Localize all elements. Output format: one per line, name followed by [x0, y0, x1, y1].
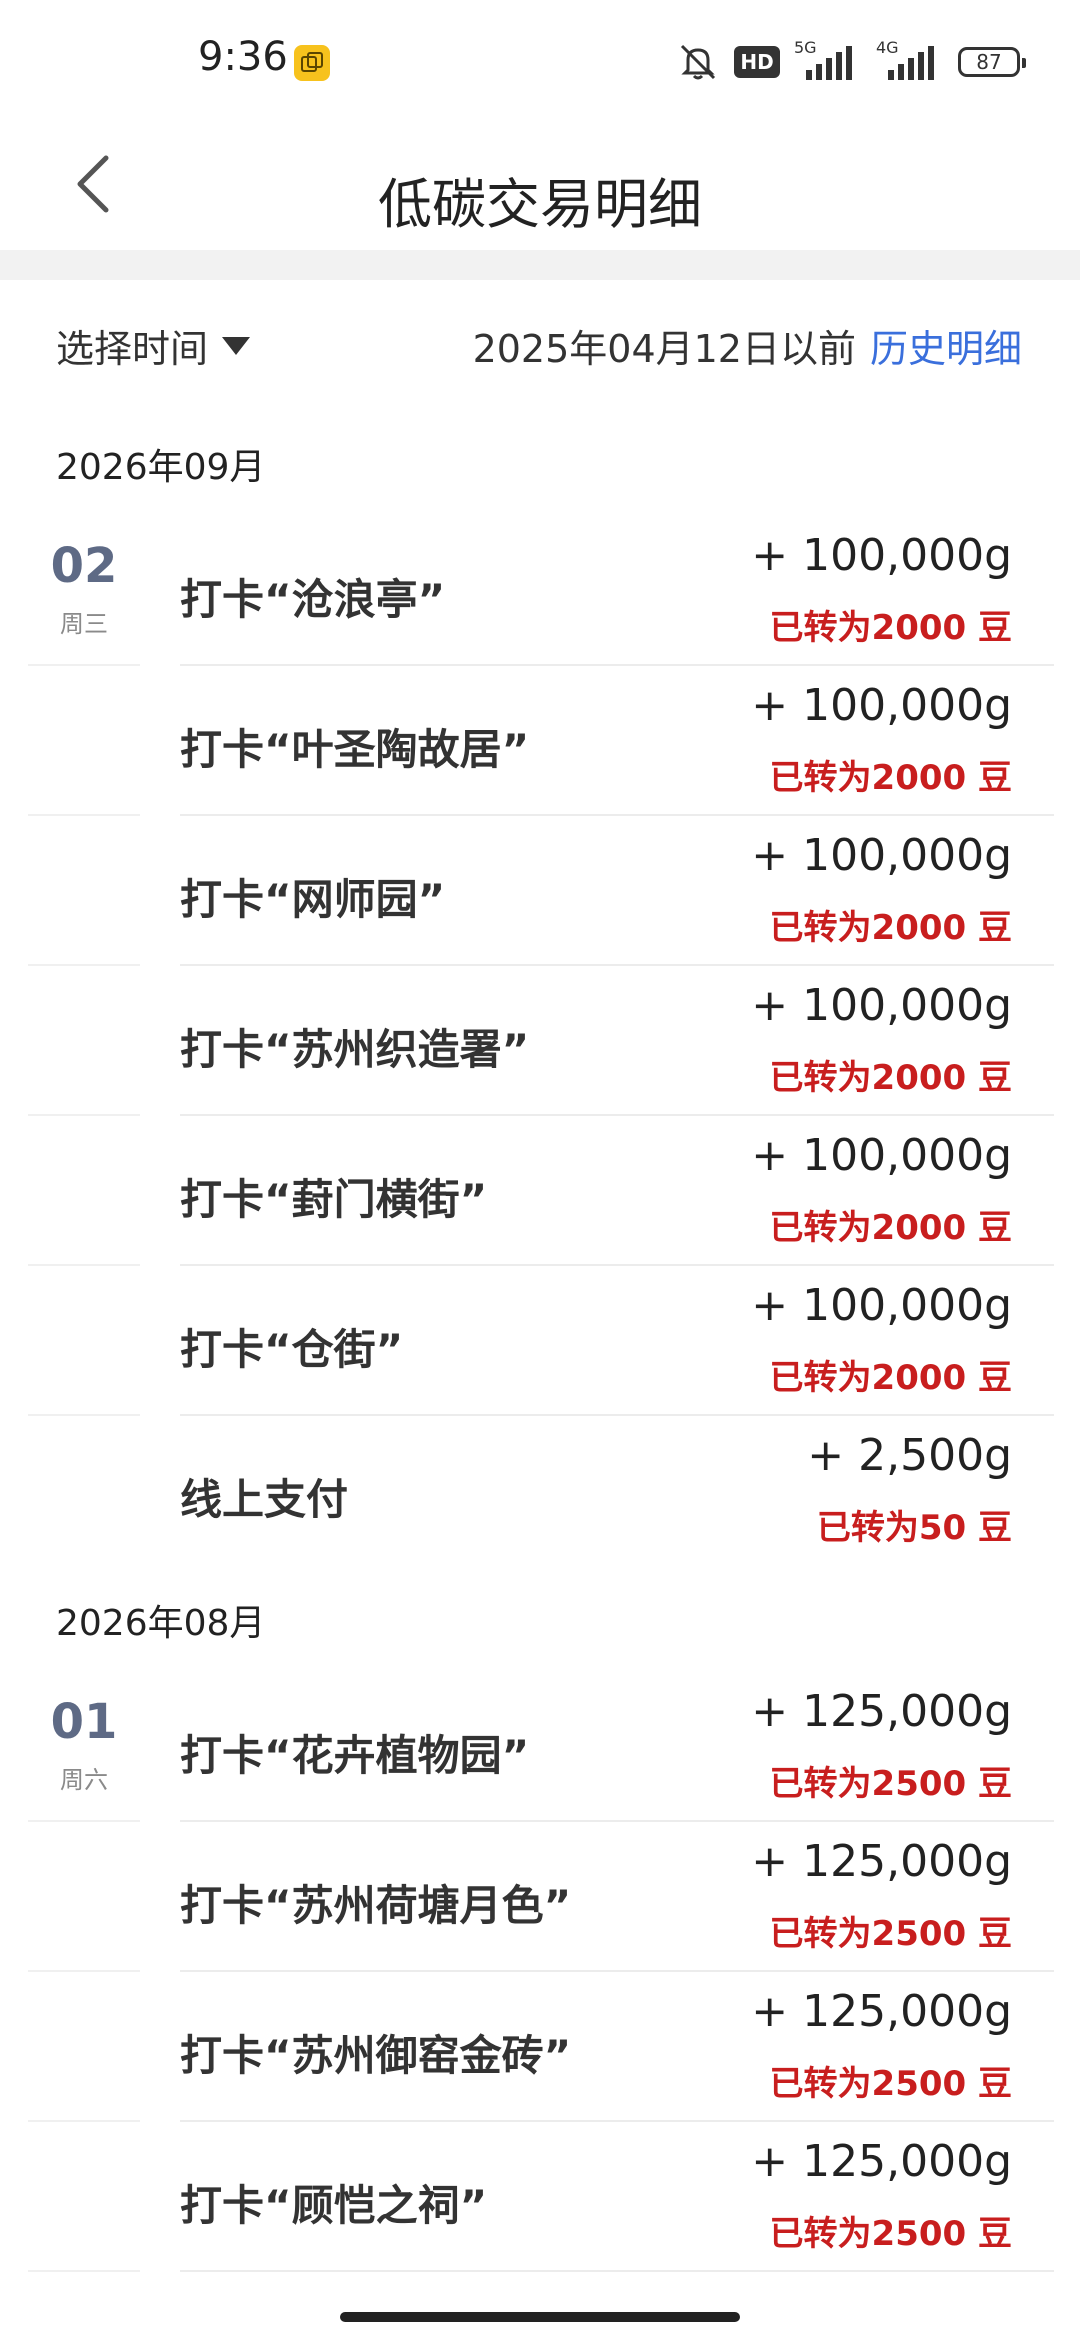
- converted-beans: 已转为2000 豆: [769, 1358, 1012, 1398]
- weekday-label: 周三: [60, 610, 108, 638]
- time-select-label: 选择时间: [56, 327, 209, 371]
- converted-beans: 已转为50 豆: [816, 1508, 1012, 1548]
- converted-beans: 已转为2500 豆: [769, 2064, 1012, 2104]
- transaction-row[interactable]: 02 周三 打卡“沧浪亭” + 100,000g 已转为2000 豆: [0, 516, 1080, 666]
- day-number: 02: [50, 538, 118, 594]
- transaction-title: 打卡“网师园”: [180, 875, 446, 924]
- transaction-amount: + 100,000g: [751, 680, 1012, 731]
- signal-5g-icon: 5G: [794, 38, 862, 82]
- section-divider: [0, 250, 1080, 280]
- transaction-title: 打卡“花卉植物园”: [180, 1731, 530, 1780]
- converted-beans: 已转为2500 豆: [769, 2214, 1012, 2254]
- transaction-title: 打卡“苏州御窑金砖”: [180, 2031, 572, 2080]
- transaction-amount: + 100,000g: [751, 1280, 1012, 1331]
- month-header: 2026年08月: [56, 1603, 266, 1644]
- filter-bar: 选择时间 2025年04月12日以前 历史明细: [0, 280, 1080, 410]
- transaction-row[interactable]: 线上支付 + 2,500g 已转为50 豆: [0, 1416, 1080, 1566]
- transaction-amount: + 100,000g: [751, 1130, 1012, 1181]
- history-detail-link[interactable]: 历史明细: [870, 318, 1022, 373]
- date-column-divider: [28, 2270, 140, 2272]
- transaction-row[interactable]: 01 周六 打卡“花卉植物园” + 125,000g 已转为2500 豆: [0, 1672, 1080, 1822]
- transaction-amount: + 100,000g: [751, 980, 1012, 1031]
- status-bar: 9:36 HD 5G 4G 87: [0, 0, 1080, 120]
- converted-beans: 已转为2000 豆: [769, 608, 1012, 648]
- transaction-title: 线上支付: [180, 1475, 349, 1524]
- transaction-amount: + 125,000g: [751, 1836, 1012, 1887]
- mute-bell-icon: [680, 44, 716, 80]
- transaction-amount: + 2,500g: [807, 1430, 1012, 1481]
- battery-level: 87: [976, 50, 1002, 74]
- converted-beans: 已转为2000 豆: [769, 1058, 1012, 1098]
- signal-4g-icon: 4G: [876, 38, 944, 82]
- filter-date-text: 2025年04月12日以前: [472, 327, 856, 371]
- home-indicator[interactable]: [340, 2312, 740, 2322]
- transaction-amount: + 125,000g: [751, 1686, 1012, 1737]
- transaction-row[interactable]: 打卡“叶圣陶故居” + 100,000g 已转为2000 豆: [0, 666, 1080, 816]
- transaction-row[interactable]: 打卡“网师园” + 100,000g 已转为2000 豆: [0, 816, 1080, 966]
- day-number: 01: [50, 1694, 118, 1750]
- weekday-label: 周六: [60, 1766, 108, 1794]
- converted-beans: 已转为2000 豆: [769, 758, 1012, 798]
- status-time: 9:36: [198, 34, 288, 80]
- caret-down-icon: [222, 336, 251, 355]
- transaction-amount: + 125,000g: [751, 1986, 1012, 2037]
- transaction-title: 打卡“苏州荷塘月色”: [180, 1881, 572, 1930]
- transaction-title: 打卡“叶圣陶故居”: [180, 725, 530, 774]
- transaction-title: 打卡“顾恺之祠”: [180, 2181, 488, 2230]
- row-divider: [180, 2270, 1054, 2272]
- transaction-title: 打卡“葑门横街”: [180, 1175, 488, 1224]
- battery-icon: 87: [958, 47, 1026, 77]
- time-select-dropdown[interactable]: 选择时间: [56, 318, 251, 373]
- app-header: 低碳交易明细: [0, 120, 1080, 250]
- transaction-row[interactable]: 打卡“苏州织造署” + 100,000g 已转为2000 豆: [0, 966, 1080, 1116]
- transaction-row[interactable]: 打卡“苏州荷塘月色” + 125,000g 已转为2500 豆: [0, 1822, 1080, 1972]
- transaction-row[interactable]: 打卡“苏州御窑金砖” + 125,000g 已转为2500 豆: [0, 1972, 1080, 2122]
- converted-beans: 已转为2500 豆: [769, 1914, 1012, 1954]
- transaction-row[interactable]: 打卡“顾恺之祠” + 125,000g 已转为2500 豆: [0, 2122, 1080, 2272]
- transaction-title: 打卡“苏州织造署”: [180, 1025, 530, 1074]
- transaction-row[interactable]: 打卡“葑门横街” + 100,000g 已转为2000 豆: [0, 1116, 1080, 1266]
- converted-beans: 已转为2000 豆: [769, 1208, 1012, 1248]
- page-title: 低碳交易明细: [378, 173, 702, 236]
- transaction-amount: + 125,000g: [751, 2136, 1012, 2187]
- notification-app-icon: [294, 45, 330, 81]
- transaction-row[interactable]: 打卡“仓街” + 100,000g 已转为2000 豆: [0, 1266, 1080, 1416]
- filter-date-info: 2025年04月12日以前 历史明细: [473, 318, 1022, 373]
- transaction-title: 打卡“沧浪亭”: [180, 575, 446, 624]
- month-header: 2026年09月: [56, 447, 266, 488]
- status-icons: HD 5G 4G 87: [676, 38, 1026, 84]
- converted-beans: 已转为2500 豆: [769, 1764, 1012, 1804]
- converted-beans: 已转为2000 豆: [769, 908, 1012, 948]
- transaction-amount: + 100,000g: [751, 530, 1012, 581]
- transaction-amount: + 100,000g: [751, 830, 1012, 881]
- transaction-title: 打卡“仓街”: [180, 1325, 404, 1374]
- hd-icon: HD: [734, 46, 780, 78]
